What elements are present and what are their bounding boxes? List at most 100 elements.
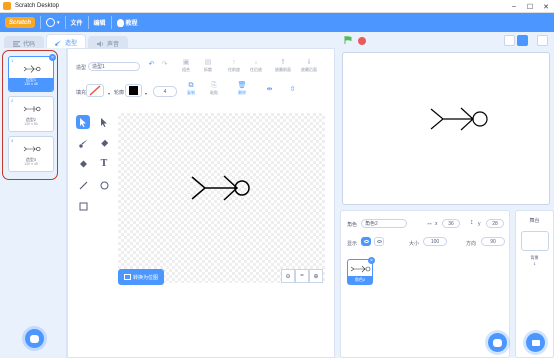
- show-hidden-button[interactable]: [374, 237, 384, 246]
- maximize-button[interactable]: ☐: [522, 0, 538, 13]
- paint-canvas[interactable]: [118, 113, 325, 283]
- sprite-name-input[interactable]: 角色2: [361, 219, 407, 228]
- sprite-tile[interactable]: 角色2 ×: [347, 257, 375, 285]
- small-stage-button[interactable]: [504, 35, 515, 46]
- rectangle-tool[interactable]: [76, 199, 90, 213]
- line-tool[interactable]: [76, 178, 90, 192]
- paint-bucket-icon: [79, 160, 87, 167]
- window-title: Scratch Desktop: [15, 3, 60, 9]
- backward-button[interactable]: ↓ 往后放: [250, 59, 262, 73]
- close-button[interactable]: ✕: [538, 0, 554, 13]
- file-menu[interactable]: 文件: [71, 18, 83, 27]
- paintbrush-icon: [55, 39, 62, 46]
- costume-name-label: 造型: [76, 65, 87, 71]
- choose-backdrop-button[interactable]: [526, 333, 545, 352]
- sprite-info-pane: 角色 角色2 ↔ x 36 ↕ y 28 显示 大小 100 方向 90 角色2…: [340, 210, 510, 358]
- zoom-in-icon: ⊕: [313, 273, 319, 280]
- show-label: 显示: [347, 241, 358, 247]
- flip-vertical-button[interactable]: ⇳: [289, 86, 296, 94]
- size-input[interactable]: 100: [423, 237, 447, 246]
- large-stage-button[interactable]: [517, 35, 528, 46]
- globe-icon: [46, 18, 55, 27]
- stop-icon[interactable]: [358, 37, 366, 45]
- outline-label: 轮廓: [114, 90, 125, 96]
- stage-title: 舞台: [529, 218, 540, 224]
- zoom-reset-button[interactable]: =: [295, 269, 309, 283]
- delete-button[interactable]: 🗑 删除: [238, 82, 247, 96]
- group-button[interactable]: ▣ 组合: [182, 59, 190, 73]
- zoom-in-button[interactable]: ⊕: [309, 269, 323, 283]
- minimize-button[interactable]: –: [506, 0, 522, 13]
- backdrops-count: 1: [533, 261, 536, 266]
- show-visible-button[interactable]: [361, 237, 371, 246]
- reshape-tool[interactable]: [97, 115, 111, 129]
- sprite-label: 角色: [347, 222, 358, 228]
- costume-name-input[interactable]: 造型1: [88, 62, 140, 71]
- fill-label: 填充: [76, 90, 87, 96]
- flip-horizontal-button[interactable]: ⇹: [266, 86, 273, 94]
- y-position-input[interactable]: 28: [486, 219, 504, 228]
- text-tool[interactable]: T: [97, 157, 111, 171]
- paste-button[interactable]: ⎘ 粘贴: [210, 82, 218, 96]
- eye-closed-icon: [376, 240, 382, 243]
- eraser-tool[interactable]: [97, 136, 111, 150]
- select-tool[interactable]: [76, 115, 90, 129]
- fill-color-picker[interactable]: [86, 84, 104, 97]
- tutorials-menu[interactable]: 教程: [116, 18, 138, 27]
- sprite-thumbnail: [350, 265, 371, 273]
- circle-tool[interactable]: [97, 178, 111, 192]
- stage-header: [340, 32, 554, 50]
- choose-costume-button[interactable]: [25, 329, 44, 348]
- window-title-bar: Scratch Desktop – ☐ ✕: [0, 0, 554, 13]
- back-button[interactable]: ⇓ 放最后面: [301, 59, 317, 73]
- convert-to-bitmap-button[interactable]: 转换为位图: [118, 269, 164, 285]
- circle-icon: [100, 181, 108, 189]
- line-icon: [79, 181, 87, 189]
- rectangle-icon: [79, 202, 87, 210]
- ungroup-button[interactable]: ▤ 拆散: [204, 59, 212, 73]
- stage-thumbnail[interactable]: [521, 231, 549, 251]
- front-button[interactable]: ⇑ 放最前面: [275, 59, 291, 73]
- eye-icon: [363, 240, 369, 243]
- green-flag-icon[interactable]: [344, 36, 352, 44]
- zoom-out-icon: ⊖: [285, 273, 291, 280]
- app-icon: [3, 2, 11, 10]
- x-arrows-icon: ↔: [426, 220, 433, 227]
- y-arrows-icon: ↕: [470, 219, 474, 226]
- language-menu[interactable]: ▾: [46, 18, 60, 27]
- text-icon: T: [100, 159, 108, 169]
- cat-icon: [30, 334, 39, 343]
- size-label: 大小: [409, 241, 420, 247]
- backdrop-icon: [531, 339, 540, 346]
- copy-button[interactable]: ⧉ 复制: [187, 82, 195, 96]
- choose-sprite-button[interactable]: [488, 333, 507, 352]
- forward-button[interactable]: ↑ 往前放: [228, 59, 240, 73]
- equals-icon: =: [300, 273, 304, 279]
- caret-down-icon: ▾: [57, 19, 60, 26]
- bitmap-icon: [123, 274, 131, 280]
- fullscreen-button[interactable]: [537, 35, 548, 46]
- x-position-input[interactable]: 36: [442, 219, 460, 228]
- eraser-icon: [100, 139, 108, 147]
- scratch-logo[interactable]: Scratch: [5, 17, 35, 28]
- delete-sprite-icon[interactable]: ×: [368, 257, 375, 264]
- edit-menu[interactable]: 编辑: [94, 18, 106, 27]
- reshape-icon: [101, 117, 107, 127]
- brush-icon: [78, 138, 88, 148]
- arrow-icon: [80, 117, 86, 127]
- brush-tool[interactable]: [76, 136, 90, 150]
- outline-color-picker[interactable]: [125, 84, 142, 97]
- stage-selector-pane[interactable]: 舞台 背景 1: [515, 210, 554, 358]
- redo-button[interactable]: ↷: [161, 61, 168, 69]
- undo-button[interactable]: ↶: [148, 61, 155, 69]
- outline-width-input[interactable]: 4: [153, 86, 177, 97]
- stage-sprite: [430, 107, 488, 131]
- fill-tool[interactable]: [76, 157, 90, 171]
- stage-canvas[interactable]: [342, 52, 550, 205]
- paint-editor: 造型 造型1 ↶ ↷ ▣ 组合 ▤ 拆散 ↑ 往前放 ↓ 往后放 ⇑ 放最前面 ⇓ 放最后面…: [67, 48, 335, 358]
- direction-input[interactable]: 90: [481, 237, 505, 246]
- menu-bar: Scratch ▾ 文件 编辑 教程: [0, 13, 554, 32]
- zoom-out-button[interactable]: ⊖: [281, 269, 295, 283]
- code-icon: [13, 40, 20, 47]
- speaker-icon: [97, 40, 104, 47]
